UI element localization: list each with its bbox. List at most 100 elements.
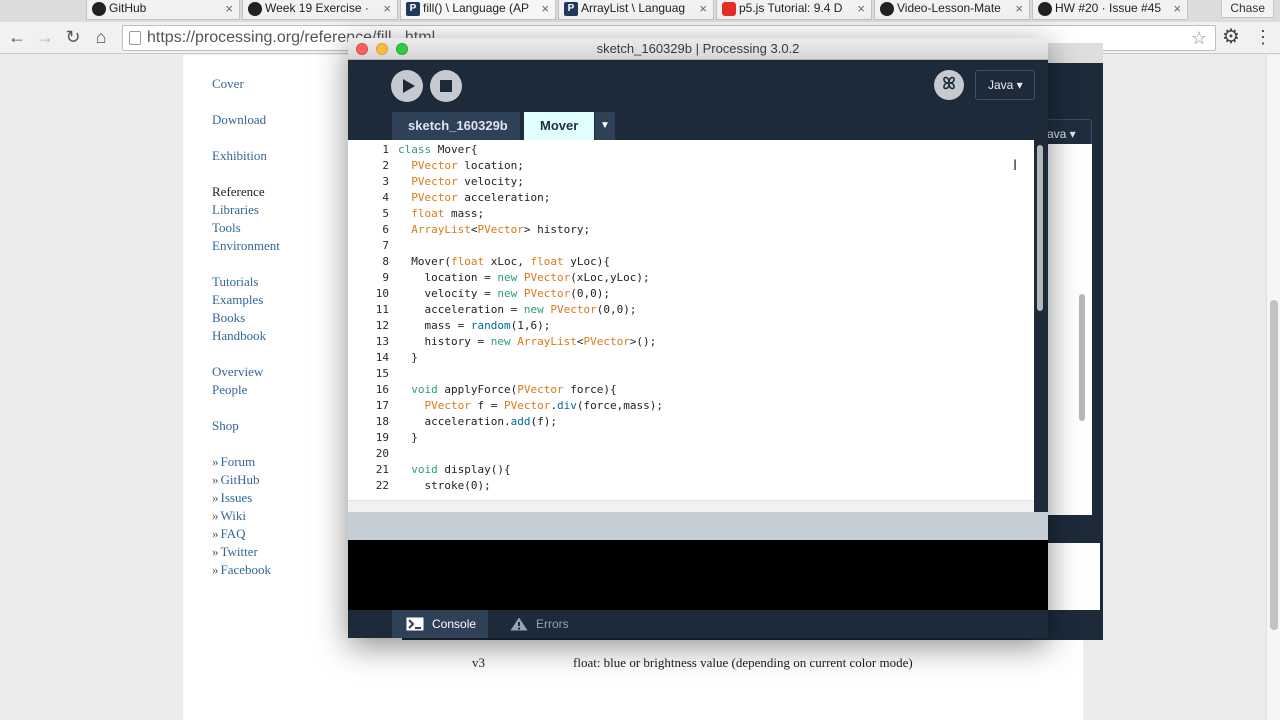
code-token: } — [398, 351, 418, 364]
processing-icon: P — [564, 2, 578, 16]
close-tab-icon[interactable]: × — [541, 1, 549, 16]
errors-tab-label: Errors — [536, 617, 569, 631]
code-line[interactable]: PVector location; — [398, 158, 524, 174]
code-token: PVector — [523, 287, 571, 300]
minimize-window-icon[interactable] — [376, 43, 388, 55]
browser-tab-week19[interactable]: Week 19 Exercise · × — [242, 0, 398, 20]
console-tab-label: Console — [432, 617, 477, 631]
stop-button[interactable] — [430, 70, 462, 102]
sidebar-item-label: Libraries — [212, 202, 259, 217]
code-line[interactable]: mass = random(1,6); — [398, 318, 550, 334]
tab-menu-chevron-icon[interactable]: ▼ — [595, 112, 615, 140]
profile-button[interactable]: Chase — [1221, 0, 1274, 18]
browser-tab-fill[interactable]: P fill() \ Language (AP × — [400, 0, 556, 20]
line-number: 9 — [382, 271, 389, 284]
code-line[interactable]: PVector velocity; — [398, 174, 524, 190]
editor-tab-sketch[interactable]: sketch_160329b — [392, 112, 520, 140]
page-scrollbar[interactable] — [1266, 55, 1280, 720]
browser-tab-video-lesson[interactable]: Video-Lesson-Mate × — [874, 0, 1030, 20]
browser-tab-p5-tutorial[interactable]: p5.js Tutorial: 9.4 D × — [716, 0, 872, 20]
code-token: void — [411, 383, 438, 396]
close-tab-icon[interactable]: × — [1015, 1, 1023, 16]
sidebar-item-label: Books — [212, 310, 246, 325]
close-window-icon[interactable] — [356, 43, 368, 55]
code-token: PVector — [583, 335, 630, 348]
close-tab-icon[interactable]: × — [699, 1, 707, 16]
sidebar-item-label: Cover — [212, 76, 244, 91]
code-token: PVector — [477, 223, 524, 236]
line-number: 8 — [382, 255, 389, 268]
close-tab-icon[interactable]: × — [225, 1, 233, 16]
browser-tab-strip: GitHub × Week 19 Exercise · × P fill() \… — [0, 0, 1280, 22]
background-editor — [1042, 144, 1092, 515]
code-line[interactable]: location = new PVector(xLoc,yLoc); — [398, 270, 650, 286]
external-link-marker: » — [212, 454, 219, 469]
code-token: (xLoc,yLoc); — [570, 271, 650, 284]
zoom-window-icon[interactable] — [396, 43, 408, 55]
reload-icon[interactable]: ↻ — [62, 26, 84, 48]
code-line[interactable]: float mass; — [398, 206, 484, 222]
sidebar-item-label: Overview — [212, 364, 264, 379]
sidebar-item-label: Handbook — [212, 328, 267, 343]
code-line[interactable]: class Mover{ — [398, 142, 477, 158]
code-line[interactable]: PVector acceleration; — [398, 190, 550, 206]
browser-menu-icon[interactable]: ⋮ — [1254, 26, 1272, 48]
browser-tab-arraylist[interactable]: P ArrayList \ Languag × — [558, 0, 714, 20]
code-token: acceleration. — [398, 415, 511, 428]
code-editor[interactable]: 1 2 3 4 5 6 7 8 9 10 11 12 13 14 15 16 17 18 19 20 21 22 clas… — [348, 140, 1034, 500]
home-icon[interactable]: ⌂ — [90, 26, 112, 48]
code-line[interactable]: } — [398, 430, 418, 446]
debugger-button[interactable]: ꕤ — [934, 70, 964, 100]
browser-tab-hw20[interactable]: HW #20 · Issue #45 × — [1032, 0, 1188, 20]
settings-gear-icon[interactable]: ⚙ — [1222, 26, 1240, 48]
external-link-marker: » — [212, 526, 219, 541]
editor-scrollbar-thumb[interactable] — [1037, 145, 1043, 311]
code-line[interactable]: void applyForce(PVector force){ — [398, 382, 616, 398]
code-line[interactable]: acceleration = new PVector(0,0); — [398, 302, 636, 318]
errors-tab[interactable]: Errors — [496, 610, 586, 638]
sidebar-item-label: Twitter — [220, 544, 258, 559]
editor-scrollbar[interactable] — [1034, 140, 1048, 512]
mode-select[interactable]: Java ▾ — [975, 70, 1035, 100]
console-output[interactable] — [348, 540, 1048, 610]
code-token: PVector — [503, 399, 551, 412]
sidebar-item-label: Tools — [212, 220, 241, 235]
background-editor-scrollbar[interactable] — [1079, 294, 1085, 421]
page-info-icon[interactable] — [129, 31, 141, 45]
console-tab[interactable]: Console — [392, 610, 488, 638]
browser-tab-github[interactable]: GitHub × — [86, 0, 240, 20]
back-arrow-icon[interactable]: ← — [6, 26, 28, 48]
editor-horizontal-scrollbar[interactable] — [348, 500, 1034, 512]
line-number: 3 — [382, 175, 389, 188]
code-line[interactable]: Mover(float xLoc, float yLoc){ — [398, 254, 610, 270]
browser-tab-label: Video-Lesson-Mate — [897, 1, 1001, 15]
bookmark-star-icon[interactable]: ☆ — [1191, 26, 1207, 50]
editor-tab-mover[interactable]: Mover — [524, 112, 594, 140]
close-tab-icon[interactable]: × — [857, 1, 865, 16]
code-line[interactable]: } — [398, 350, 418, 366]
sidebar-item-label: Environment — [212, 238, 280, 253]
code-token: (force,mass); — [576, 399, 663, 412]
code-token: acceleration = — [398, 303, 524, 316]
run-button[interactable] — [391, 70, 423, 102]
forward-arrow-icon[interactable]: → — [34, 26, 56, 48]
code-line[interactable]: void display(){ — [398, 462, 510, 478]
code-line[interactable]: PVector f = PVector.div(force,mass); — [398, 398, 663, 414]
code-line[interactable]: history = new ArrayList<PVector>(); — [398, 334, 656, 350]
code-line[interactable]: ArrayList<PVector> history; — [398, 222, 590, 238]
browser-tab-label: p5.js Tutorial: 9.4 D — [739, 1, 843, 15]
close-tab-icon[interactable]: × — [1173, 1, 1181, 16]
code-token: new — [523, 303, 544, 316]
sidebar-item-label: Shop — [212, 418, 239, 433]
code-token: float — [450, 255, 485, 268]
code-line[interactable]: velocity = new PVector(0,0); — [398, 286, 609, 302]
close-tab-icon[interactable]: × — [383, 1, 391, 16]
page-scrollbar-thumb[interactable] — [1270, 300, 1278, 630]
browser-tab-label: ArrayList \ Languag — [581, 1, 686, 15]
code-line[interactable]: acceleration.add(f); — [398, 414, 556, 430]
code-line[interactable]: stroke(0); — [398, 478, 490, 494]
github-icon — [880, 2, 894, 16]
